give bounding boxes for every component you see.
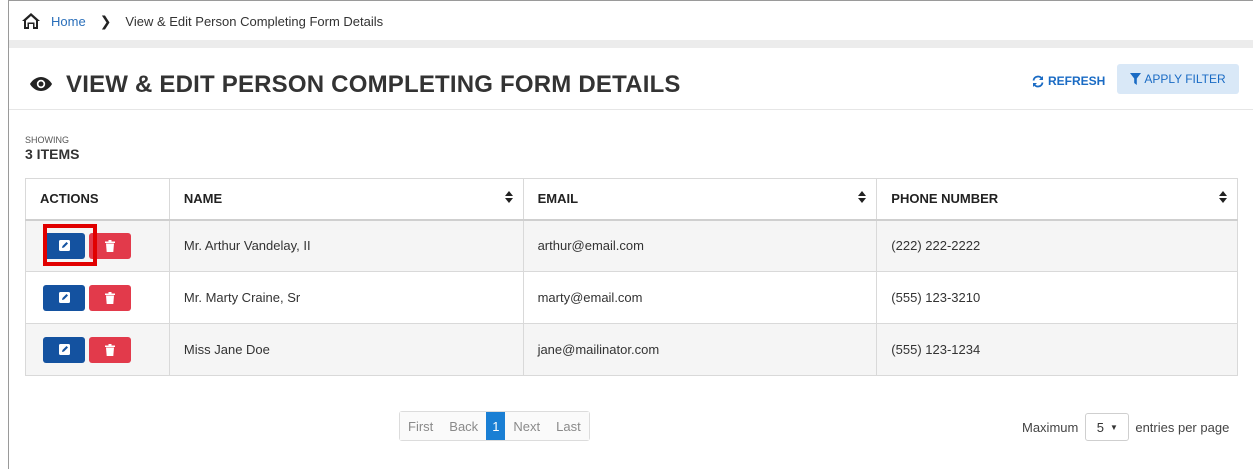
trash-icon	[105, 239, 115, 252]
pagination-last[interactable]: Last	[548, 412, 589, 440]
table-row: Mr. Marty Craine, Sr marty@email.com (55…	[25, 271, 1238, 324]
edit-icon	[58, 344, 70, 355]
per-page-select[interactable]: 5 ▼	[1085, 413, 1130, 441]
chevron-right-icon: ❯	[99, 12, 112, 29]
delete-button[interactable]	[89, 284, 131, 311]
item-count: 3 ITEMS	[25, 146, 80, 162]
delete-button[interactable]	[89, 232, 131, 259]
breadcrumb: Home ❯ View & Edit Person Completing For…	[21, 8, 383, 34]
per-page-prefix: Maximum	[1022, 419, 1079, 435]
pagination-next[interactable]: Next	[505, 412, 549, 440]
column-header-email[interactable]: EMAIL	[522, 178, 878, 221]
cell-phone: (555) 123-3210	[876, 271, 1238, 324]
pagination-back[interactable]: Back	[441, 412, 487, 440]
apply-filter-label: APPLY FILTER	[1144, 72, 1226, 86]
showing-label: SHOWING	[25, 135, 69, 145]
pagination-first[interactable]: First	[400, 412, 442, 440]
page-title: VIEW & EDIT PERSON COMPLETING FORM DETAI…	[66, 71, 681, 98]
eye-icon	[30, 77, 52, 91]
entries-per-page: Maximum 5 ▼ entries per page	[1022, 413, 1229, 441]
apply-filter-button[interactable]: APPLY FILTER	[1117, 64, 1239, 94]
sort-icon[interactable]	[504, 191, 513, 203]
edit-button[interactable]	[43, 284, 85, 311]
header-divider	[9, 40, 1253, 48]
edit-button[interactable]	[43, 232, 85, 259]
cell-email: marty@email.com	[522, 271, 878, 324]
row-actions	[25, 219, 170, 272]
home-icon[interactable]	[21, 12, 41, 30]
cell-name: Miss Jane Doe	[168, 323, 524, 376]
table-row: Miss Jane Doe jane@mailinator.com (555) …	[25, 323, 1238, 376]
edit-icon	[58, 240, 70, 252]
column-header-name[interactable]: NAME	[168, 178, 524, 221]
per-page-suffix: entries per page	[1135, 419, 1230, 435]
cell-name: Mr. Marty Craine, Sr	[168, 271, 524, 324]
delete-button[interactable]	[89, 336, 131, 363]
page-header: VIEW & EDIT PERSON COMPLETING FORM DETAI…	[9, 48, 1253, 110]
refresh-button[interactable]: REFRESH	[1031, 66, 1105, 96]
filter-icon	[1130, 73, 1142, 85]
edit-button[interactable]	[43, 336, 85, 363]
pagination: First Back 1 Next Last	[399, 411, 590, 441]
cell-name: Mr. Arthur Vandelay, II	[168, 219, 524, 272]
table-row: Mr. Arthur Vandelay, II arthur@email.com…	[25, 219, 1238, 272]
row-actions	[25, 323, 170, 376]
breadcrumb-home-link[interactable]: Home	[51, 14, 86, 29]
column-header-actions: ACTIONS	[25, 178, 170, 221]
sort-icon[interactable]	[858, 191, 867, 203]
row-actions	[25, 271, 170, 324]
pagination-page-current[interactable]: 1	[486, 412, 506, 440]
cell-email: jane@mailinator.com	[522, 323, 878, 376]
persons-table: ACTIONS NAME EMAIL PHONE NUMBER Mr. Arth…	[25, 178, 1238, 376]
cell-phone: (222) 222-2222	[876, 219, 1238, 272]
per-page-value: 5	[1096, 419, 1104, 435]
column-header-phone[interactable]: PHONE NUMBER	[876, 178, 1238, 221]
refresh-label: REFRESH	[1048, 74, 1106, 88]
sort-icon[interactable]	[1219, 191, 1227, 203]
breadcrumb-current: View & Edit Person Completing Form Detai…	[125, 13, 384, 29]
trash-icon	[105, 291, 115, 304]
cell-phone: (555) 123-1234	[876, 323, 1238, 376]
cell-email: arthur@email.com	[522, 219, 878, 272]
edit-icon	[58, 292, 70, 303]
table-header-row: ACTIONS NAME EMAIL PHONE NUMBER	[25, 178, 1238, 221]
caret-down-icon: ▼	[1110, 422, 1118, 432]
item-count-summary: SHOWING 3 ITEMS	[25, 135, 79, 162]
refresh-icon	[1032, 75, 1044, 87]
trash-icon	[105, 343, 115, 356]
